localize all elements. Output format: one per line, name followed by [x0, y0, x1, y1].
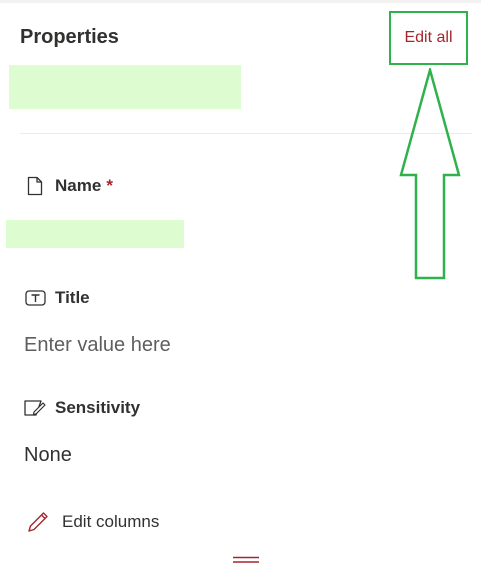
edit-columns-label: Edit columns	[62, 512, 160, 531]
edit-all-button[interactable]: Edit all	[389, 11, 468, 65]
sensitivity-value[interactable]: None	[24, 444, 72, 467]
text-field-icon	[24, 288, 46, 308]
name-field-label: Name *	[24, 176, 113, 196]
required-marker: *	[106, 176, 113, 195]
top-strip	[0, 0, 481, 3]
title-input[interactable]: Enter value here	[24, 334, 171, 357]
pencil-icon	[26, 510, 50, 534]
sensitivity-label-icon	[24, 398, 46, 418]
edit-columns-button[interactable]: Edit columns	[26, 510, 159, 534]
title-label-text: Title	[55, 288, 90, 307]
annotation-arrow-icon	[399, 68, 461, 280]
redacted-name-value	[6, 220, 184, 248]
title-field-label: Title	[24, 288, 90, 308]
name-label-text: Name	[55, 176, 102, 195]
edit-all-label: Edit all	[404, 29, 453, 46]
resize-grip-icon[interactable]	[233, 551, 259, 563]
document-icon	[24, 176, 46, 196]
panel-title: Properties	[20, 26, 119, 48]
redacted-region	[9, 65, 241, 109]
sensitivity-label-text: Sensitivity	[55, 398, 141, 417]
sensitivity-field-label: Sensitivity	[24, 398, 140, 418]
